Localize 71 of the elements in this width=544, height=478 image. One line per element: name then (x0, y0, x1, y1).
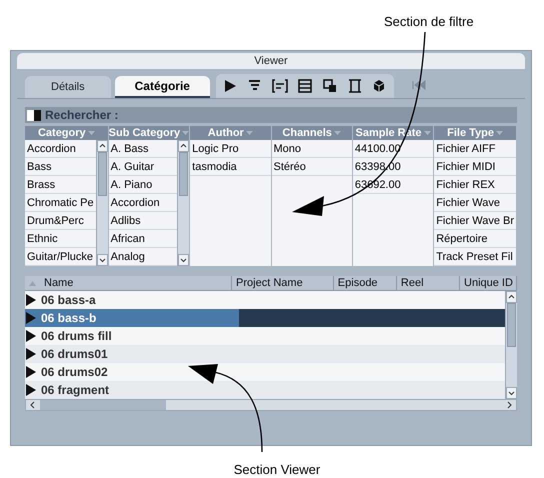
column-header[interactable]: Project Name (232, 276, 334, 290)
play-icon[interactable] (25, 347, 37, 361)
rewind-icon[interactable] (412, 80, 426, 90)
dropdown-caret-icon (246, 131, 253, 135)
list-icon[interactable] (296, 79, 313, 93)
file-name: 06 drums01 (41, 346, 108, 363)
scroll-thumb[interactable] (98, 152, 107, 196)
scroll-up-icon[interactable] (506, 291, 517, 303)
column-header[interactable]: Author (190, 126, 270, 140)
dropdown-caret-icon (334, 131, 341, 135)
filter-item[interactable]: Stéréo (272, 158, 352, 176)
filter-item[interactable]: Track Preset Fil (434, 248, 516, 266)
scroll-thumb[interactable] (179, 152, 188, 196)
file-name: 06 drums fill (41, 328, 112, 345)
play-icon[interactable] (25, 365, 37, 379)
play-icon[interactable] (25, 383, 37, 397)
window-title: Viewer (17, 53, 525, 69)
search-label: Rechercher : (45, 107, 118, 124)
scroll-down-icon[interactable] (178, 254, 190, 266)
tab[interactable]: Détails (25, 76, 111, 98)
scroll-down-icon[interactable] (506, 387, 517, 399)
column-header[interactable]: Episode (334, 276, 397, 290)
bracket-icon[interactable] (272, 79, 288, 93)
film-icon[interactable] (346, 79, 363, 93)
file-name: 06 drums02 (41, 364, 108, 381)
windows-icon[interactable] (322, 79, 338, 93)
file-row[interactable]: 06 drums02 (25, 363, 505, 381)
play-icon[interactable] (25, 293, 37, 307)
file-row[interactable]: 06 bass-a (25, 291, 505, 309)
filter-item[interactable]: Logic Pro (190, 140, 270, 158)
file-name: 06 bass-b (41, 310, 96, 327)
scroll-up-icon[interactable] (178, 140, 190, 152)
column-header[interactable]: Category (25, 126, 108, 140)
callout-label: Section de filtre (384, 13, 474, 31)
file-row[interactable]: 06 bass-b (25, 309, 505, 327)
file-name: 06 fragment (41, 382, 110, 399)
column-header[interactable]: Sub Category (108, 126, 190, 140)
sort-up-icon (29, 280, 36, 286)
callout-label: Section Viewer (234, 461, 320, 478)
scrollbar[interactable] (96, 140, 108, 266)
sort-lines-icon[interactable] (246, 79, 263, 93)
scroll-thumb[interactable] (40, 400, 166, 410)
column-header[interactable]: Reel (396, 276, 460, 290)
filter-item[interactable]: Fichier Wave Br (434, 212, 516, 230)
tab[interactable]: Catégorie (114, 76, 210, 98)
dropdown-caret-icon (496, 131, 504, 135)
filter-item[interactable]: Fichier AIFF (434, 140, 516, 158)
column-header[interactable]: Channels (272, 126, 352, 140)
column-header[interactable]: File Type (434, 126, 516, 140)
text-search-icon (27, 110, 41, 120)
filter-item[interactable]: Mono (272, 140, 352, 158)
scroll-down-icon[interactable] (96, 254, 108, 266)
scroll-thumb[interactable] (507, 303, 516, 347)
filter-item[interactable]: Fichier Wave (434, 194, 516, 212)
dropdown-caret-icon (88, 131, 95, 135)
file-name: 06 bass-a (41, 292, 96, 309)
scroll-up-icon[interactable] (96, 140, 108, 152)
file-row[interactable]: 06 drums01 (25, 345, 505, 363)
filter-item[interactable]: Fichier MIDI (434, 158, 516, 176)
filter-item[interactable]: Fichier REX (434, 176, 516, 194)
play-icon[interactable] (25, 329, 37, 343)
column-header[interactable]: Name (25, 276, 232, 290)
scrollbar[interactable] (177, 140, 190, 266)
file-row[interactable]: 06 drums fill (25, 327, 505, 345)
horizontal-scrollbar[interactable] (25, 399, 517, 411)
filter-item[interactable]: Répertoire (434, 230, 516, 248)
file-row[interactable]: 06 fragment (25, 381, 505, 399)
filter-item[interactable]: tasmodia (190, 158, 270, 176)
dropdown-caret-icon (424, 131, 431, 135)
column-header[interactable]: Unique ID (460, 276, 518, 290)
scrollbar[interactable] (505, 291, 517, 399)
